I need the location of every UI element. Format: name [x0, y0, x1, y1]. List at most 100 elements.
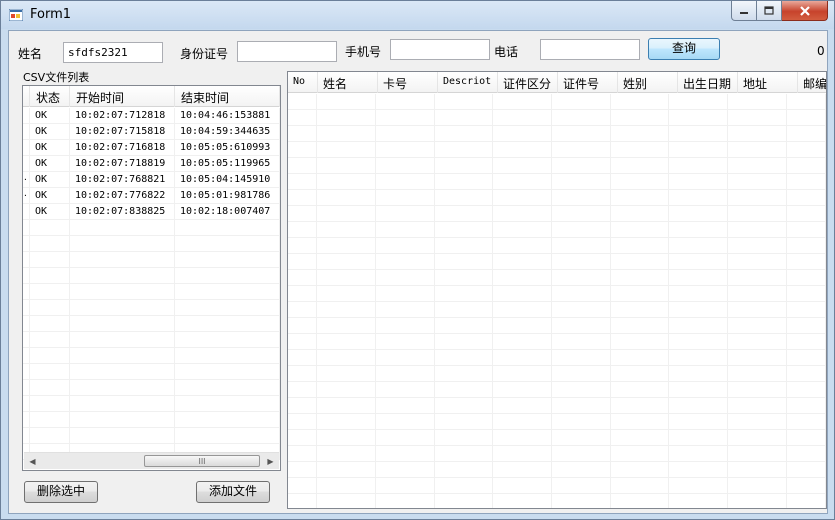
results-cell	[288, 270, 318, 286]
results-cell	[493, 158, 553, 174]
csv-list-empty-row	[23, 284, 280, 300]
results-header-col[interactable]: 出生日期	[678, 72, 738, 93]
results-cell	[288, 206, 318, 222]
phone-input[interactable]	[540, 39, 640, 60]
csv-cell-end: 10:05:05:610993	[175, 140, 280, 156]
results-cell	[728, 206, 787, 222]
results-cell	[376, 398, 435, 414]
maximize-button[interactable]	[757, 1, 782, 21]
delete-selected-button[interactable]: 删除选中	[24, 481, 98, 503]
scroll-right-arrow[interactable]: ▶	[262, 453, 279, 469]
results-cell	[552, 206, 611, 222]
csv-list-row[interactable]: OK 10:02:07:716818 10:05:05:610993	[23, 140, 280, 156]
results-cell	[611, 254, 670, 270]
results-cell	[611, 286, 670, 302]
results-cell	[493, 190, 553, 206]
results-cell	[728, 318, 787, 334]
results-cell	[552, 462, 611, 478]
csv-header-start[interactable]: 开始时间	[70, 86, 175, 107]
results-cell	[611, 206, 670, 222]
csv-list-row[interactable]: · OK 10:02:07:776822 10:05:01:981786	[23, 188, 280, 204]
results-header-col[interactable]: 证件区分	[498, 72, 558, 93]
results-cell	[669, 270, 729, 286]
results-header-col[interactable]: 姓别	[618, 72, 678, 93]
csv-list-row[interactable]: OK 10:02:07:712818 10:04:46:153881	[23, 108, 280, 124]
results-cell	[435, 478, 494, 494]
results-cell	[552, 430, 611, 446]
csv-list-empty-row	[23, 364, 280, 380]
csv-cell-marker: ·	[23, 172, 30, 188]
title-bar[interactable]: Form1	[1, 1, 834, 29]
scroll-thumb[interactable]: III	[144, 455, 260, 467]
results-cell	[787, 366, 826, 382]
csv-file-list[interactable]: 状态 开始时间 结束时间 OK 10:02:07:712818 10:04:46:1…	[22, 85, 281, 471]
results-cell	[669, 462, 729, 478]
maximize-icon	[764, 6, 774, 15]
results-list[interactable]: No 姓名 卡号 Descriot 证件区分 证件号 姓别 出生日期 地址 邮编	[287, 71, 827, 509]
csv-cell-start: 10:02:07:768821	[70, 172, 175, 188]
results-cell	[493, 286, 553, 302]
close-button[interactable]	[782, 1, 828, 21]
csv-cell-marker	[23, 332, 30, 348]
csv-list-hscrollbar[interactable]: ◀ III ▶	[24, 452, 279, 469]
csv-list-row[interactable]: OK 10:02:07:838825 10:02:18:007407	[23, 204, 280, 220]
results-cell	[493, 494, 553, 508]
results-header-col[interactable]: 姓名	[318, 72, 378, 93]
results-header-col[interactable]: 地址	[738, 72, 798, 93]
name-input[interactable]: sfdfs2321	[63, 42, 163, 63]
csv-list-row[interactable]: · OK 10:02:07:768821 10:05:04:145910	[23, 172, 280, 188]
results-empty-row	[288, 142, 826, 158]
results-cell	[288, 430, 318, 446]
results-empty-row	[288, 110, 826, 126]
results-cell	[435, 334, 494, 350]
results-cell	[435, 94, 494, 110]
csv-cell-start	[70, 236, 175, 252]
results-cell	[728, 238, 787, 254]
results-cell	[435, 190, 494, 206]
results-cell	[317, 94, 377, 110]
results-cell	[669, 382, 729, 398]
minimize-button[interactable]	[731, 1, 757, 21]
results-header-col[interactable]: Descriot	[438, 72, 498, 93]
csv-header-end[interactable]: 结束时间	[175, 86, 280, 107]
csv-cell-start	[70, 412, 175, 428]
csv-cell-start	[70, 284, 175, 300]
results-cell	[288, 286, 318, 302]
mobile-label: 手机号	[345, 45, 382, 59]
id-number-input[interactable]	[237, 41, 337, 62]
results-header-col[interactable]: 邮编	[798, 72, 826, 93]
results-cell	[552, 142, 611, 158]
results-cell	[288, 158, 318, 174]
results-empty-row	[288, 174, 826, 190]
csv-cell-start	[70, 300, 175, 316]
csv-list-row[interactable]: OK 10:02:07:715818 10:04:59:344635	[23, 124, 280, 140]
mobile-input[interactable]	[390, 39, 490, 60]
csv-list-row[interactable]: OK 10:02:07:718819 10:05:05:119965	[23, 156, 280, 172]
csv-header-status[interactable]: 状态	[30, 86, 70, 107]
results-cell	[317, 158, 377, 174]
add-file-button[interactable]: 添加文件	[196, 481, 270, 503]
results-cell	[435, 398, 494, 414]
results-header-col[interactable]: No	[288, 72, 318, 93]
csv-cell-marker	[23, 284, 30, 300]
scroll-left-arrow[interactable]: ◀	[24, 453, 41, 469]
csv-cell-status: OK	[30, 140, 70, 156]
results-cell	[611, 446, 670, 462]
results-cell	[317, 238, 377, 254]
search-button[interactable]: 查询	[648, 38, 720, 60]
csv-list-title: CSV文件列表	[23, 71, 90, 84]
results-cell	[288, 94, 318, 110]
results-cell	[435, 318, 494, 334]
results-header-col[interactable]: 证件号	[558, 72, 618, 93]
results-cell	[611, 478, 670, 494]
results-cell	[787, 350, 826, 366]
results-cell	[493, 238, 553, 254]
results-cell	[376, 238, 435, 254]
results-cell	[493, 126, 553, 142]
results-empty-row	[288, 398, 826, 414]
csv-cell-start	[70, 220, 175, 236]
results-header-col[interactable]: 卡号	[378, 72, 438, 93]
results-empty-row	[288, 302, 826, 318]
csv-cell-marker	[23, 316, 30, 332]
csv-cell-start	[70, 316, 175, 332]
